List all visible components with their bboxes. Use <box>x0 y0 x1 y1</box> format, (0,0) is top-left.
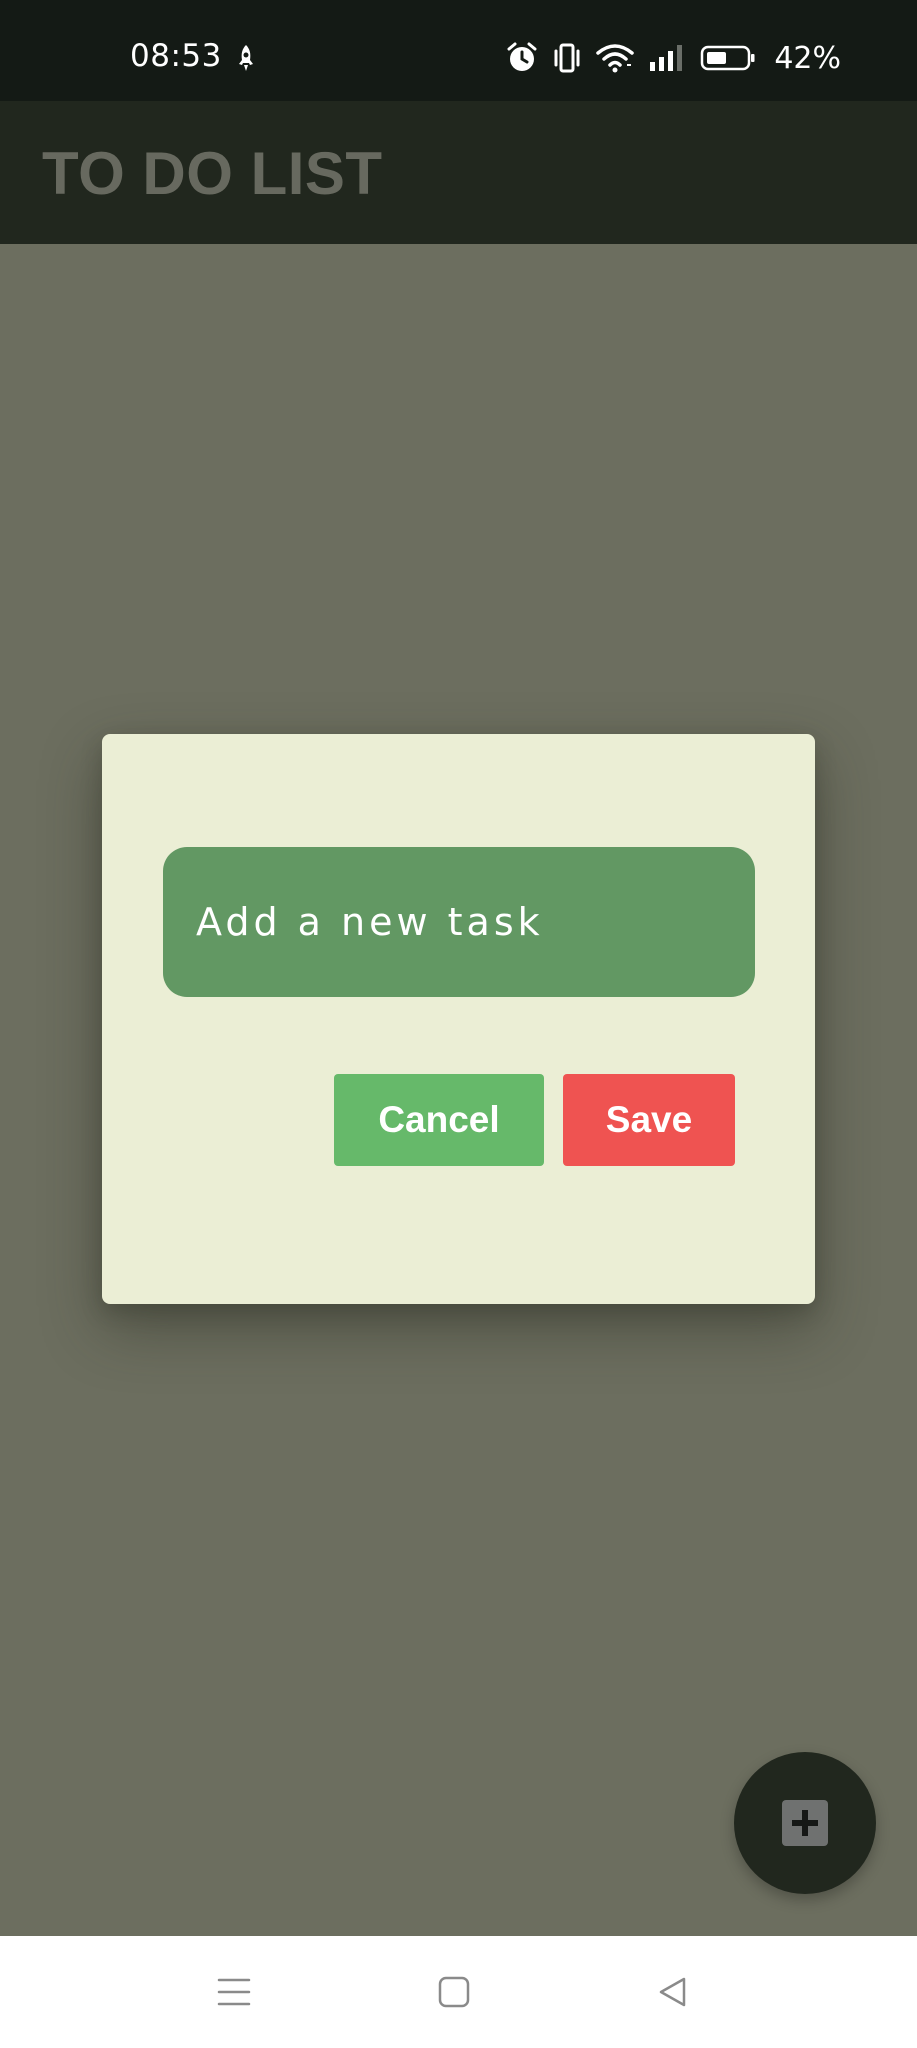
wifi-icon <box>596 44 635 73</box>
back-icon <box>659 1977 686 2007</box>
save-button[interactable]: Save <box>563 1074 735 1166</box>
page-title: TO DO LIST <box>42 140 383 207</box>
status-time: 08:53 <box>130 38 222 74</box>
home-icon <box>438 1976 470 2008</box>
status-bar: 08:53 42% <box>0 0 917 101</box>
vibrate-icon <box>554 43 580 73</box>
cancel-button[interactable]: Cancel <box>334 1074 544 1166</box>
menu-icon <box>217 1978 251 2006</box>
status-icons: 42% <box>506 40 841 76</box>
nav-back-button[interactable] <box>646 1966 698 2018</box>
app-bar: TO DO LIST <box>0 101 917 244</box>
alarm-icon <box>507 42 537 71</box>
screen: 08:53 42% TO DO LIST Add a new task Canc… <box>0 0 917 2048</box>
signal-icon <box>650 45 683 71</box>
rocket-icon <box>239 45 253 71</box>
nav-home-button[interactable] <box>428 1966 480 2018</box>
nav-menu-button[interactable] <box>208 1966 260 2018</box>
add-task-dialog: Cancel Save <box>102 734 815 1304</box>
navigation-bar <box>0 1936 917 2048</box>
add-task-fab[interactable] <box>734 1752 876 1894</box>
add-icon <box>782 1800 828 1846</box>
battery-percent: 42% <box>774 40 841 76</box>
task-input[interactable] <box>163 847 755 997</box>
battery-icon <box>701 45 755 71</box>
